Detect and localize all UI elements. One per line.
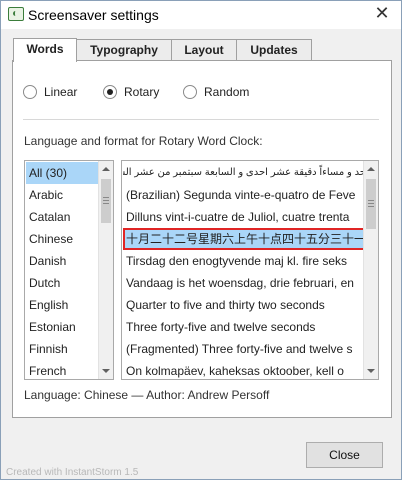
grip-line: [368, 206, 374, 207]
language-item[interactable]: English: [26, 294, 99, 316]
words-panel: Linear Rotary Random Language and format…: [12, 60, 392, 418]
grip-line: [103, 197, 109, 198]
format-item[interactable]: Tirsdag den enogtyvende maj kl. fire sek…: [123, 250, 366, 272]
radio-linear-dot: [23, 85, 37, 99]
radio-random[interactable]: Random: [183, 85, 249, 99]
scroll-down-arrow-icon[interactable]: [102, 369, 110, 373]
language-scrollbar[interactable]: [98, 161, 113, 379]
scroll-thumb[interactable]: [101, 179, 111, 223]
divider: [23, 119, 379, 120]
scroll-down-arrow-icon[interactable]: [367, 369, 375, 373]
grip-line: [103, 200, 109, 201]
radio-linear[interactable]: Linear: [23, 85, 77, 99]
format-item[interactable]: Quarter to five and thirty two seconds: [123, 294, 366, 316]
scroll-up-arrow-icon[interactable]: [367, 167, 375, 171]
window-title: Screensaver settings: [28, 7, 159, 23]
format-item[interactable]: Three forty-five and twelve seconds: [123, 316, 366, 338]
language-item[interactable]: French: [26, 360, 99, 379]
language-author-status: Language: Chinese — Author: Andrew Perso…: [24, 388, 270, 402]
close-icon[interactable]: ✕: [373, 4, 391, 22]
grip-line: [103, 203, 109, 204]
format-item[interactable]: (Brazilian) Segunda vinte-e-quatro de Fe…: [123, 184, 366, 206]
scroll-thumb[interactable]: [366, 179, 376, 229]
made-with-label: Created with InstantStorm 1.5: [6, 467, 139, 478]
format-scrollbar[interactable]: [363, 161, 378, 379]
grip-line: [368, 200, 374, 201]
scroll-up-arrow-icon[interactable]: [102, 167, 110, 171]
format-item[interactable]: حد و مساءاً دقيقة عشر احدى و السابعة سبت…: [123, 162, 366, 184]
language-item[interactable]: Catalan: [26, 206, 99, 228]
language-item[interactable]: Chinese: [26, 228, 99, 250]
tab-updates[interactable]: Updates: [236, 39, 312, 60]
language-item[interactable]: Arabic: [26, 184, 99, 206]
tab-typography[interactable]: Typography: [76, 39, 172, 60]
format-item-selected[interactable]: 十月二十二号星期六上午十点四十五分三十一秒: [123, 228, 366, 250]
language-item[interactable]: Dutch: [26, 272, 99, 294]
format-sample-list[interactable]: حد و مساءاً دقيقة عشر احدى و السابعة سبت…: [121, 160, 379, 380]
format-item[interactable]: Vandaag is het woensdag, drie februari, …: [123, 272, 366, 294]
format-item[interactable]: (Fragmented) Three forty-five and twelve…: [123, 338, 366, 360]
radio-rotary-label: Rotary: [124, 85, 160, 99]
language-list[interactable]: All (30) Arabic Catalan Chinese Danish D…: [24, 160, 114, 380]
grip-line: [368, 203, 374, 204]
radio-random-label: Random: [204, 85, 250, 99]
tab-words[interactable]: Words: [13, 38, 77, 62]
format-item[interactable]: On kolmapäev, kaheksas oktoober, kell o: [123, 360, 366, 379]
tab-layout[interactable]: Layout: [171, 39, 237, 60]
radio-rotary-dot: [103, 85, 117, 99]
radio-linear-label: Linear: [44, 85, 78, 99]
language-item[interactable]: Danish: [26, 250, 99, 272]
app-icon: [8, 7, 24, 21]
close-button[interactable]: Close: [306, 442, 383, 468]
language-item[interactable]: Finnish: [26, 338, 99, 360]
radio-random-dot: [183, 85, 197, 99]
section-heading: Language and format for Rotary Word Cloc…: [24, 134, 263, 148]
title-bar: Screensaver settings ✕: [1, 1, 401, 29]
settings-window: Screensaver settings ✕ Words Typography …: [0, 0, 402, 480]
language-item[interactable]: All (30): [26, 162, 99, 184]
format-item[interactable]: Dilluns vint-i-cuatre de Juliol, cuatre …: [123, 206, 366, 228]
radio-rotary[interactable]: Rotary: [103, 85, 159, 99]
language-item[interactable]: Estonian: [26, 316, 99, 338]
